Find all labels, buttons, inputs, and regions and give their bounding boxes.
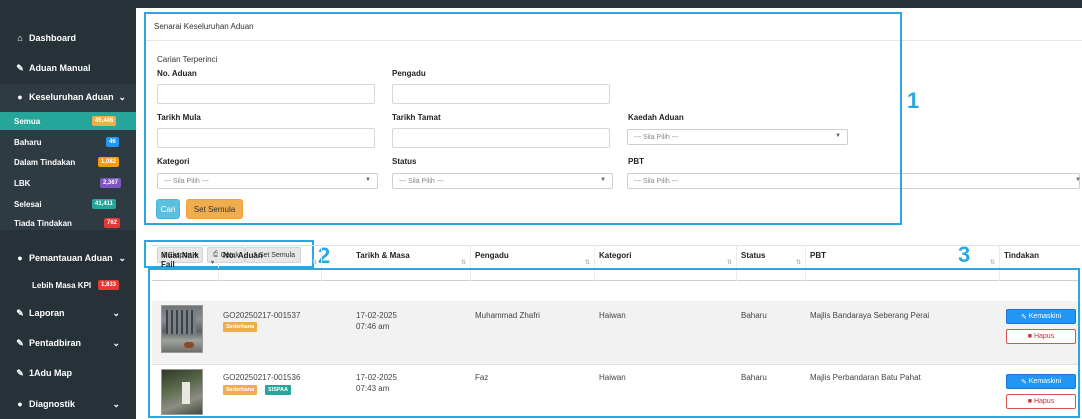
home-icon: ⌂ — [17, 33, 23, 43]
header-text: Tindakan — [1004, 251, 1039, 260]
edit-icon: ✎ — [16, 337, 24, 348]
sidebar-item-label: Keseluruhan Aduan — [29, 92, 114, 102]
count-badge: 46 — [106, 137, 119, 147]
subitem-label: Tiada Tindakan — [14, 218, 72, 228]
sort-icon: ▾ — [210, 260, 214, 266]
sidebar-item-aduan-manual[interactable]: ✎ Aduan Manual — [0, 60, 136, 76]
edit-icon: ✎ — [16, 62, 24, 73]
sidebar-subitem-dalam-tindakan[interactable]: Dalam Tindakan 1,082 — [0, 153, 136, 171]
sidebar-subitem-baharu[interactable]: Baharu 46 — [0, 133, 136, 151]
sidebar-item-label: Aduan Manual — [29, 63, 91, 73]
dropdown-arrow-icon: ▼ — [1075, 177, 1081, 183]
subitem-label: Semua — [14, 116, 41, 126]
subitem-label: Dalam Tindakan — [14, 157, 76, 167]
sidebar-item-laporan[interactable]: ✎ Laporan ⌄ — [0, 305, 136, 321]
header-text: PBT — [810, 251, 826, 260]
annotation-box-1 — [144, 12, 902, 225]
count-badge: 2,367 — [100, 178, 122, 188]
sidebar-item-dashboard[interactable]: ⌂ Dashboard — [0, 30, 136, 46]
header-text: Pengadu — [475, 251, 509, 260]
chevron-down-icon: ⌄ — [112, 337, 120, 348]
top-strip — [136, 0, 1082, 8]
subitem-label: Lebih Masa KPI — [32, 280, 92, 290]
chevron-down-icon: ⌄ — [112, 398, 120, 409]
sidebar-item-keseluruhan-aduan[interactable]: ● Keseluruhan Aduan ⌄ — [0, 89, 136, 105]
sidebar-subitem-tiada-tindakan[interactable]: Tiada Tindakan 762 — [0, 214, 136, 232]
sidebar-item-label: Dashboard — [29, 33, 77, 43]
subitem-label: Selesai — [14, 199, 42, 209]
count-badge: 762 — [104, 218, 121, 228]
chevron-down-icon: ⌄ — [118, 252, 126, 263]
annotation-label-1: 1 — [907, 88, 920, 113]
sidebar-item-label: Laporan — [29, 308, 65, 318]
subitem-label: Baharu — [14, 137, 42, 147]
count-badge: 41,411 — [92, 199, 117, 209]
sidebar-item-label: Pemantauan Aduan — [29, 253, 113, 263]
sidebar-subitem-lbk[interactable]: LBK 2,367 — [0, 174, 136, 192]
header-text: Tarikh & Masa — [356, 251, 410, 260]
sidebar-item-label: Diagnostik — [29, 399, 76, 409]
sidebar-item-label: Pentadbiran — [29, 338, 82, 348]
circle-icon: ● — [17, 92, 23, 102]
edit-icon: ✎ — [16, 367, 24, 378]
edit-icon: ✎ — [16, 307, 24, 318]
header-text: Kategori — [599, 251, 632, 260]
header-text: No. Aduan — [223, 251, 263, 260]
sort-icon: ⇅ — [726, 260, 732, 266]
annotation-box-3 — [148, 268, 1080, 418]
sort-icon: ⇅ — [584, 260, 590, 266]
sort-icon: ⇅ — [795, 260, 801, 266]
sort-icon: ⇅ — [460, 260, 466, 266]
subitem-label: LBK — [14, 178, 31, 188]
sidebar-subitem-lebih-masa-kpi[interactable]: Lebih Masa KPI 1,833 — [0, 276, 136, 294]
count-badge: 1,833 — [98, 280, 120, 290]
circle-icon: ● — [17, 399, 23, 409]
count-badge: 1,082 — [98, 157, 120, 167]
sidebar-item-pentadbiran[interactable]: ✎ Pentadbiran ⌄ — [0, 335, 136, 351]
sidebar-item-label: 1Adu Map — [29, 368, 73, 378]
chevron-down-icon: ⌄ — [112, 307, 120, 318]
header-text: Muat Naik — [161, 251, 199, 260]
sort-icon: ⇅ — [311, 260, 317, 266]
sort-icon: ⇅ — [989, 260, 995, 266]
sidebar-item-pemantauan-aduan[interactable]: ● Pemantauan Aduan ⌄ — [0, 250, 136, 266]
sidebar-subitem-semua[interactable]: Semua 45,446 — [0, 112, 136, 130]
chevron-down-icon: ⌄ — [118, 91, 126, 102]
sidebar-item-1adu-map[interactable]: ✎ 1Adu Map — [0, 365, 136, 381]
sidebar-item-diagnostik[interactable]: ● Diagnostik ⌄ — [0, 396, 136, 412]
header-text: Status — [741, 251, 766, 260]
circle-icon: ● — [17, 253, 23, 263]
sidebar-subitem-selesai[interactable]: Selesai 41,411 — [0, 195, 136, 213]
count-badge: 45,446 — [92, 116, 117, 126]
